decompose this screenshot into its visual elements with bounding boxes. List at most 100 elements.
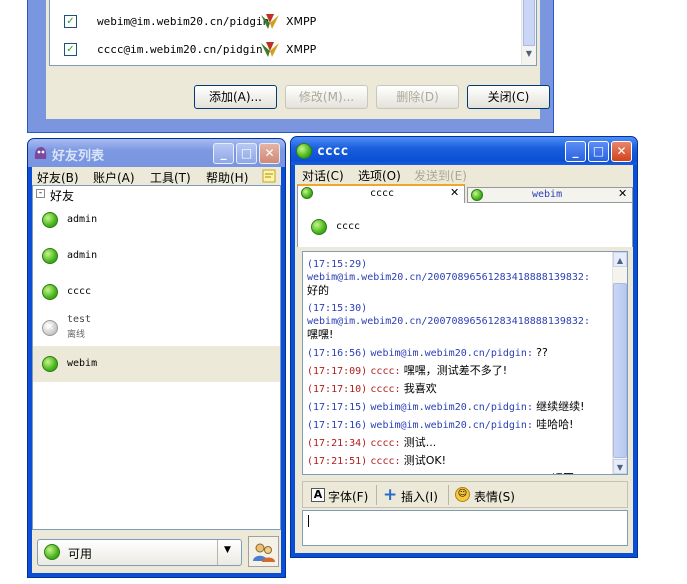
close-icon[interactable]: ✕ [259,143,280,164]
smiley-button[interactable]: 表情(S) [474,488,515,505]
message-text: ?? [536,346,548,359]
group-header[interactable]: - 好友 [33,186,280,203]
accounts-dialog-client: ✓ webim@im.webim20.cn/pidgin XMPP ✓ cccc… [46,0,550,119]
buddy-item[interactable]: admin [33,238,280,274]
menu-options[interactable]: 选项(O) [358,167,401,184]
maximize-icon[interactable]: □ [588,141,609,162]
message-sender: webim@im.webim20.cn/pidgin: [370,474,533,475]
menu-accounts[interactable]: 账户(A) [93,169,135,186]
sticky-note-icon[interactable] [261,168,277,184]
minimize-icon[interactable]: _ [213,143,234,164]
buddy-list-titlebar[interactable]: 好友列表 _ □ ✕ [28,139,285,167]
message-text: 嘿嘿，测试差不多了! [403,364,508,377]
scroll-down-icon[interactable]: ▼ [523,49,535,63]
buddy-icon-button[interactable] [248,536,279,567]
message-time: (17:15:30) [307,303,368,314]
message-sender: webim@im.webim20.cn/pidgin: [370,420,533,431]
close-button[interactable]: 关闭(C) [467,85,550,109]
chat-menubar: 对话(C) 选项(O) 发送到(E) [295,165,633,183]
modify-button[interactable]: 修改(M)... [285,85,368,109]
maximize-icon[interactable]: □ [236,143,257,164]
message-log[interactable]: (17:15:29) webim@im.webim20.cn/2007089656… [302,251,628,475]
available-icon [42,284,58,300]
chat-titlebar[interactable]: cccc _ □ ✕ [291,137,637,165]
available-icon [301,187,313,199]
buddy-item[interactable]: cccc [33,274,280,310]
buddy-menubar: 好友(B) 账户(A) 工具(T) 帮助(H) [32,167,281,185]
message-sender: cccc: [370,384,401,395]
protocol-label: XMPP [286,43,317,56]
accounts-scrollbar[interactable]: ▼ [521,0,536,65]
message-sender: webim@im.webim20.cn/20070896561283418888… [307,316,590,327]
tab-webim[interactable]: webim ✕ [467,187,633,203]
protocol-label: XMPP [286,15,317,28]
buddy-item[interactable]: ✕ test 离线 [33,310,280,346]
status-selector[interactable]: 可用 ▼ [37,539,242,566]
tab-cccc[interactable]: cccc ✕ [297,184,465,203]
message-sender: webim@im.webim20.cn/pidgin: [370,348,533,359]
menu-conversation[interactable]: 对话(C) [302,167,344,184]
message-sender: cccc: [370,366,401,377]
message-text: 嘿嘿! [307,328,334,341]
accounts-row[interactable]: ✓ cccc@im.webim20.cn/pidgin XMPP [50,39,520,61]
scroll-up-icon[interactable]: ▲ [613,252,627,267]
close-icon[interactable]: ✕ [618,187,627,200]
menu-buddies[interactable]: 好友(B) [37,169,79,186]
offline-icon: ✕ [42,320,58,336]
chevron-down-icon[interactable]: ▼ [224,545,231,555]
log-scrollbar[interactable]: ▲ ▼ [612,252,627,474]
message-row: (17:17:16) webim@im.webim20.cn/pidgin: 哇… [307,418,607,432]
add-button[interactable]: 添加(A)... [194,85,277,109]
message-time: (17:21:55) [307,474,367,475]
available-icon [296,143,312,159]
message-sender: cccc: [370,438,401,449]
buddy-item-selected[interactable]: webim [33,346,280,382]
message-time: (17:17:10) [307,384,368,395]
pidgin-icon [34,147,47,159]
tab-label: cccc [370,188,395,199]
message-text: 测试... [403,436,437,449]
message-input[interactable] [302,510,628,546]
dropdown-divider [217,540,218,565]
insert-button[interactable]: 插入(I) [401,488,438,505]
close-icon[interactable]: ✕ [450,186,459,199]
message-row: (17:21:34) cccc: 测试... [307,436,607,450]
enabled-checkbox[interactable]: ✓ [64,43,77,56]
minimize-icon[interactable]: _ [565,141,586,162]
scroll-down-icon[interactable]: ▼ [613,459,627,474]
close-icon[interactable]: ✕ [611,141,632,162]
menu-send-to[interactable]: 发送到(E) [414,167,467,184]
accounts-row[interactable]: ✓ webim@im.webim20.cn/pidgin XMPP [50,11,520,33]
collapse-icon[interactable]: - [36,189,45,198]
available-icon [311,219,327,235]
delete-button[interactable]: 删除(D) [376,85,459,109]
scroll-thumb[interactable] [523,0,535,46]
enabled-checkbox[interactable]: ✓ [64,15,77,28]
message-time: (17:17:16) [307,420,368,431]
message-row: (17:15:29) webim@im.webim20.cn/2007089656… [307,258,607,298]
account-name: cccc@im.webim20.cn/pidgin [97,43,263,56]
message-text: 我喜欢 [403,382,437,395]
message-time: (17:16:56) [307,348,368,359]
message-text: 好的 [307,284,329,297]
font-button[interactable]: 字体(F) [328,488,368,505]
menu-help[interactable]: 帮助(H) [206,169,248,186]
text-cursor [308,515,309,527]
chat-client: 对话(C) 选项(O) 发送到(E) cccc ✕ webim ✕ cccc (… [295,165,633,553]
scroll-thumb[interactable] [613,283,627,458]
menu-tools[interactable]: 工具(T) [150,169,191,186]
message-time: (17:17:09) [307,366,368,377]
chat-window: cccc _ □ ✕ 对话(C) 选项(O) 发送到(E) cccc ✕ web… [290,136,638,558]
font-icon: A [311,488,325,502]
buddy-name: webim [67,358,98,369]
message-sender: webim@im.webim20.cn/pidgin: [370,402,533,413]
available-icon [42,248,58,264]
available-icon [471,189,483,201]
plus-icon: + [383,485,398,505]
tab-label: webim [532,189,563,200]
available-icon [42,212,58,228]
contact-name: cccc [336,221,361,232]
accounts-dialog: ✓ webim@im.webim20.cn/pidgin XMPP ✓ cccc… [27,0,554,133]
message-time: (17:21:34) [307,438,368,449]
buddy-item[interactable]: admin [33,202,280,238]
